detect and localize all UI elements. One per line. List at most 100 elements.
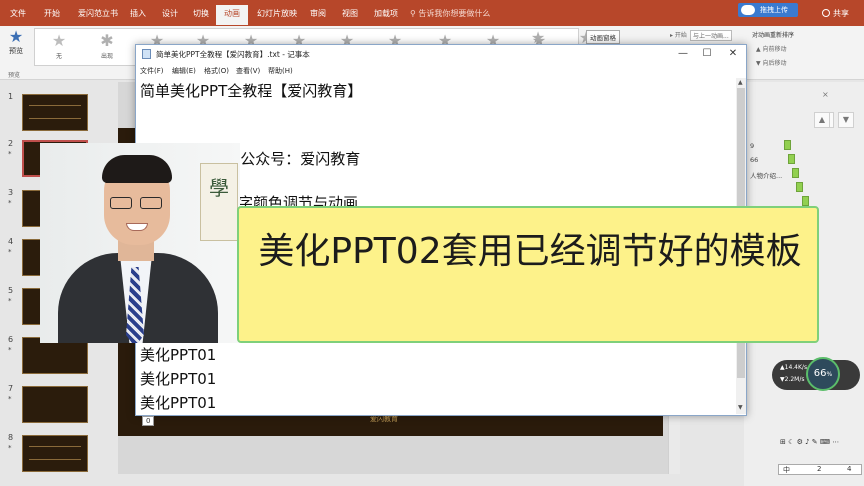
animation-marker: * [8, 346, 12, 354]
ribbon-tab-bar: 文件 开始 爱闪范立书 插入 设计 切换 动画 幻灯片放映 审阅 视图 加载项 … [0, 0, 864, 26]
timing-bar [802, 196, 809, 206]
tab-view[interactable]: 视图 [342, 8, 358, 19]
tab-design[interactable]: 设计 [162, 8, 178, 19]
timing-bar [792, 168, 799, 178]
animation-appear[interactable]: ✱ 出现 [89, 31, 125, 60]
calligraphy-char: 學 [209, 176, 229, 200]
star-burst-icon: ✱ [100, 31, 114, 50]
slide-thumbnail[interactable] [22, 94, 88, 131]
notepad-title-bar[interactable]: 简单美化PPT全教程【爱闪教育】.txt - 记事本 — ☐ ✕ [136, 45, 746, 63]
presenter-hair [102, 155, 172, 183]
slide-number: 2 [8, 139, 14, 148]
slide-number: 5 [8, 286, 14, 295]
slide-number: 4 [8, 237, 14, 246]
download-speed-value: 2.2M/s [784, 376, 805, 383]
animation-item-label: 9 [750, 142, 755, 150]
timing-bar [784, 140, 791, 150]
text-line: 美化PPT01 [140, 394, 217, 412]
close-button[interactable]: ✕ [722, 47, 744, 61]
notepad-title: 简单美化PPT全教程【爱闪教育】.txt - 记事本 [156, 50, 310, 59]
share-label: 共享 [833, 9, 849, 18]
preview-button[interactable]: ★ 预览 [4, 28, 28, 56]
caption-text: 美化PPT02套用已经调节好的模板 [258, 231, 802, 272]
upload-button[interactable]: 拖拽上传 [738, 3, 798, 17]
timing-bar [788, 154, 795, 164]
usage-unit: % [826, 371, 833, 378]
slide-thumbnail[interactable] [22, 435, 88, 472]
slide-number: 3 [8, 188, 14, 197]
tab-transitions[interactable]: 切换 [193, 8, 209, 19]
upload-speed-value: 14.4K/s [784, 364, 808, 371]
preview-label: 预览 [9, 47, 23, 55]
caption-banner: 美化PPT02套用已经调节好的模板 [237, 206, 819, 343]
star-icon: ★ [51, 31, 67, 50]
start-label: ▸ 开始 [670, 32, 687, 39]
upload-label: 拖拽上传 [760, 6, 788, 14]
text-line: 美化PPT01 [140, 370, 217, 388]
ruler-mark: 2 [817, 465, 822, 473]
animation-none[interactable]: ★ 无 [41, 31, 77, 60]
notepad-icon [142, 49, 151, 59]
menu-help[interactable]: 帮助(H) [268, 66, 293, 76]
animation-marker: * [8, 150, 12, 158]
tab-file[interactable]: 文件 [10, 8, 26, 19]
scroll-down-arrow-icon[interactable]: ▼ [738, 404, 743, 411]
usage-value: 66 [813, 368, 827, 379]
download-speed: ▼2.2M/s [780, 376, 805, 383]
thumbnail-title-band [29, 446, 81, 460]
cloud-icon [741, 5, 755, 15]
slide-number: 1 [8, 92, 14, 101]
tab-custom[interactable]: 爱闪范立书 [78, 8, 118, 19]
network-speed-gauge: ▲14.4K/s ▼2.2M/s 66% [772, 357, 860, 391]
tell-me-search[interactable]: ⚲ 告诉我你想要做什么 [410, 8, 490, 19]
calligraphy-scroll: 學 [200, 163, 238, 241]
animation-marker: * [8, 395, 12, 403]
move-earlier-button[interactable]: ▲ 向前移动 [756, 44, 787, 53]
text-line: 简单美化PPT全教程【爱闪教育】 [140, 82, 363, 100]
presenter-video: 學 [40, 143, 240, 343]
animation-pane-button[interactable]: 动画窗格 [586, 30, 620, 44]
ime-toolbar: ⊞ ☾ ⚙ ♪ ✎ ⌨ ⋯ [780, 438, 840, 446]
zoom-ruler[interactable]: 中 2 4 [778, 464, 862, 475]
tab-review[interactable]: 审阅 [310, 8, 326, 19]
reorder-title: 对动画重新排序 [752, 32, 795, 39]
preview-star-icon: ★ [8, 27, 24, 46]
slide-number: 8 [8, 433, 14, 442]
slide-number: 6 [8, 335, 14, 344]
animation-pane-label: 动画窗格 [590, 34, 616, 42]
share-button[interactable]: 共享 [822, 8, 849, 19]
slide-thumbnail[interactable] [22, 386, 88, 423]
preview-group-label: 预览 [8, 72, 21, 79]
minimize-button[interactable]: — [672, 47, 694, 61]
start-select[interactable]: 与上一动画... [690, 30, 732, 41]
tab-animations[interactable]: 动画 [216, 5, 248, 25]
menu-edit[interactable]: 编辑(E) [172, 66, 196, 76]
tab-home[interactable]: 开始 [44, 8, 60, 19]
move-later-button[interactable]: ▼ 向后移动 [756, 58, 787, 67]
text-line: 0 公众号：爱闪教育 [226, 150, 361, 168]
move-earlier-label: 向前移动 [762, 46, 787, 53]
text-line: 美化PPT01 [140, 346, 217, 364]
scroll-up-button[interactable]: ▲ [814, 112, 830, 128]
slide-number: 7 [8, 384, 14, 393]
maximize-button[interactable]: ☐ [696, 47, 718, 61]
scroll-down-button[interactable]: ▼ [838, 112, 854, 128]
usage-circle: 66% [806, 357, 840, 391]
menu-view[interactable]: 查看(V) [236, 66, 260, 76]
tab-insert[interactable]: 插入 [130, 8, 146, 19]
ruler-mark: 4 [847, 465, 852, 473]
tab-addins[interactable]: 加载项 [374, 8, 398, 19]
animation-label: 无 [55, 53, 62, 60]
tab-slideshow[interactable]: 幻灯片放映 [257, 8, 297, 19]
notepad-menu-bar: 文件(F) 编辑(E) 格式(O) 查看(V) 帮助(H) [136, 63, 746, 77]
animation-marker: * [8, 248, 12, 256]
upload-speed: ▲14.4K/s [780, 364, 808, 371]
scroll-up-arrow-icon[interactable]: ▲ [738, 79, 743, 86]
animation-label: 出现 [100, 53, 113, 60]
menu-format[interactable]: 格式(O) [204, 66, 229, 76]
close-icon[interactable]: × [822, 90, 829, 99]
ime-mode: 中 [783, 466, 790, 474]
start-label-text: 开始 [674, 32, 687, 39]
timing-bar [796, 182, 803, 192]
menu-file[interactable]: 文件(F) [140, 66, 164, 76]
